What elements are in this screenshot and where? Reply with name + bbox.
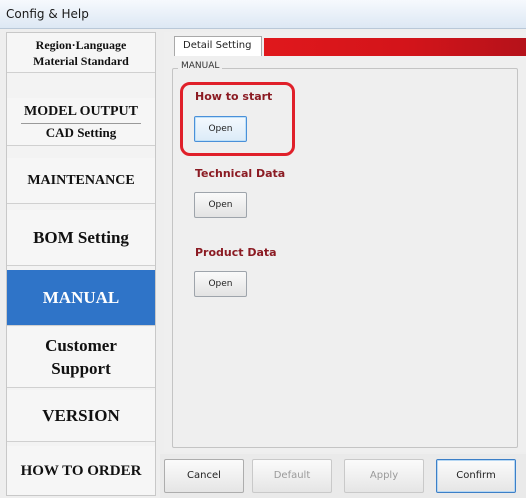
sidebar-item-label: VERSION: [42, 406, 120, 425]
sidebar-item-model-output[interactable]: MODEL OUTPUT CAD Setting: [7, 98, 155, 146]
sidebar: Region·Language Material Standard MODEL …: [6, 32, 156, 496]
sidebar-item-label: CAD Setting: [45, 125, 117, 140]
config-help-window: Config & Help Region·Language Material S…: [0, 0, 526, 498]
sidebar-item-label: MAINTENANCE: [27, 172, 135, 188]
tab-accent-bar: [264, 38, 526, 56]
sidebar-item-label: Support: [51, 359, 111, 378]
footer-bar: Cancel Default Apply Confirm: [160, 454, 526, 498]
groupbox-label: MANUAL: [178, 61, 223, 71]
sidebar-item-bom-setting[interactable]: BOM Setting: [7, 210, 155, 266]
highlight-box: [180, 82, 295, 156]
sidebar-item-label: Material Standard: [33, 53, 129, 68]
sidebar-item-label: HOW TO ORDER: [20, 462, 142, 479]
sidebar-item-region-language[interactable]: Region·Language Material Standard: [7, 33, 155, 73]
open-technical-data-button[interactable]: Open: [194, 192, 247, 218]
tab-detail-setting[interactable]: Detail Setting: [174, 36, 262, 56]
sidebar-item-how-to-order[interactable]: HOW TO ORDER: [7, 446, 155, 495]
sidebar-item-label: MANUAL: [42, 288, 120, 307]
divider: [21, 123, 141, 124]
sidebar-item-label: Customer: [45, 336, 117, 355]
sidebar-item-customer-support[interactable]: Customer Support: [7, 327, 155, 388]
open-product-data-button[interactable]: Open: [194, 271, 247, 297]
sidebar-item-maintenance[interactable]: MAINTENANCE: [7, 158, 155, 204]
sidebar-item-label: BOM Setting: [33, 228, 129, 247]
section-title-product-data: Product Data: [195, 246, 277, 259]
sidebar-item-version[interactable]: VERSION: [7, 390, 155, 442]
confirm-button[interactable]: Confirm: [436, 459, 516, 493]
section-title-technical-data: Technical Data: [195, 167, 286, 180]
window-title: Config & Help: [0, 0, 526, 29]
cancel-button[interactable]: Cancel: [164, 459, 244, 493]
sidebar-item-label: Region·Language: [35, 37, 127, 52]
default-button[interactable]: Default: [252, 459, 332, 493]
sidebar-item-label: MODEL OUTPUT: [24, 104, 138, 119]
apply-button[interactable]: Apply: [344, 459, 424, 493]
sidebar-item-manual[interactable]: MANUAL: [7, 270, 155, 326]
